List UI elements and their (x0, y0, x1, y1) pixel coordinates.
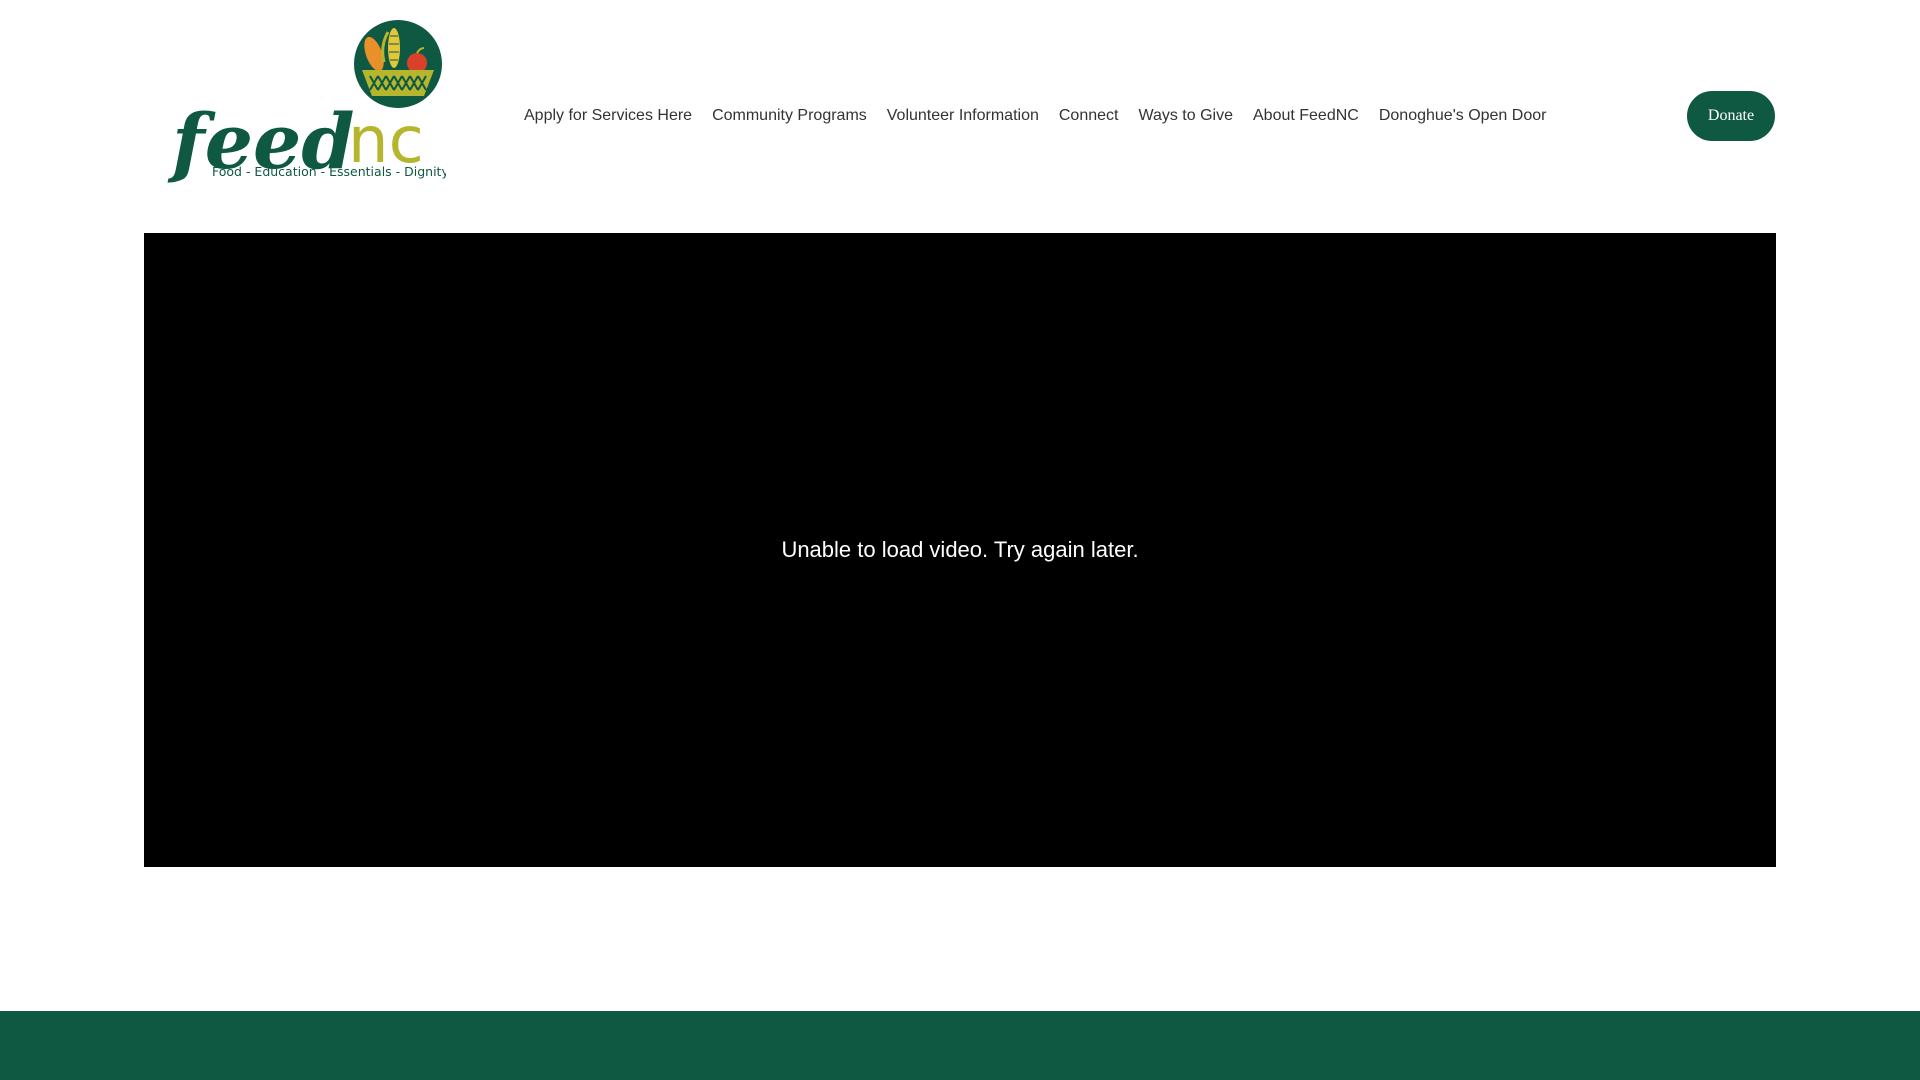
video-player[interactable]: Unable to load video. Try again later. (144, 233, 1776, 867)
logo-tagline: Food - Education - Essentials - Dignity (212, 164, 446, 179)
nav-item-community-programs[interactable]: Community Programs (702, 100, 877, 132)
donate-button[interactable]: Donate (1687, 91, 1775, 141)
nav-item-ways-to-give[interactable]: Ways to Give (1128, 100, 1243, 132)
site-footer (0, 1011, 1920, 1080)
feednc-logo[interactable]: feed nc Food - Education - Essentials - … (166, 18, 446, 186)
nav-item-about-feednc[interactable]: About FeedNC (1243, 100, 1369, 132)
site-header: feed nc Food - Education - Essentials - … (0, 0, 1920, 232)
nav-item-connect[interactable]: Connect (1049, 100, 1129, 132)
nav-item-apply-for-services[interactable]: Apply for Services Here (514, 100, 702, 132)
main-nav: Apply for Services Here Community Progra… (514, 100, 1556, 132)
feednc-logo-graphic: feed nc Food - Education - Essentials - … (167, 20, 446, 186)
nav-item-donoghues-open-door[interactable]: Donoghue's Open Door (1369, 100, 1557, 132)
video-error-message: Unable to load video. Try again later. (781, 537, 1139, 562)
nav-item-volunteer-information[interactable]: Volunteer Information (877, 100, 1049, 132)
